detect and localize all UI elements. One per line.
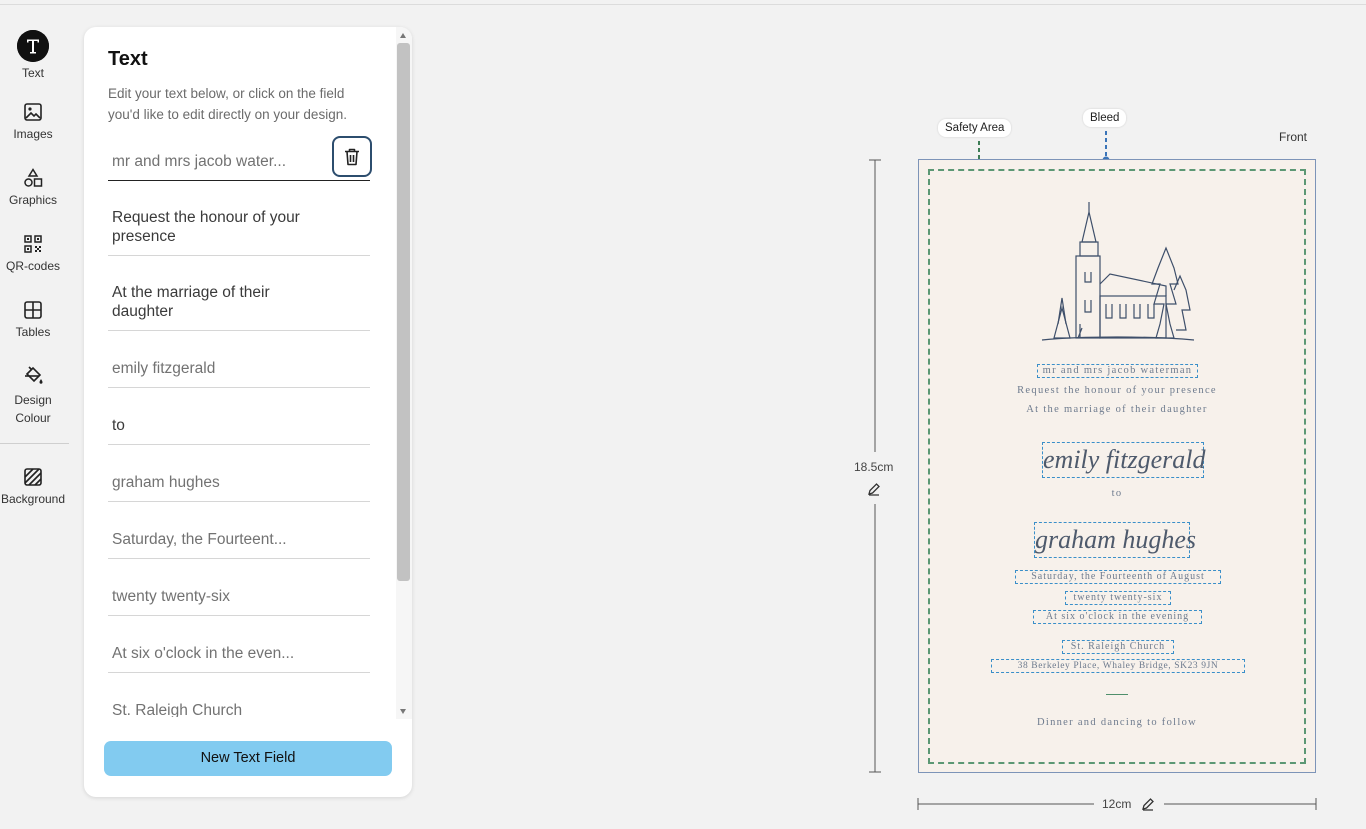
edit-height-pencil-icon[interactable]	[867, 482, 881, 501]
card-text-address[interactable]: 38 Berkeley Place, Whaley Bridge, SK23 9…	[991, 659, 1245, 673]
card-text-marriage[interactable]: At the marriage of their daughter	[990, 404, 1244, 416]
edit-width-pencil-icon[interactable]	[1141, 797, 1155, 816]
height-dimension-label: 18.5cm	[854, 460, 894, 474]
width-dimension-label: 12cm	[1102, 797, 1132, 811]
card-text-groom[interactable]: graham hughes	[1034, 522, 1196, 558]
card-text-bride[interactable]: emily fitzgerald	[1042, 442, 1205, 478]
card-text-to[interactable]: to	[1090, 488, 1144, 500]
card-text-parents[interactable]: mr and mrs jacob waterman	[1037, 364, 1198, 378]
card-text-date[interactable]: Saturday, the Fourteenth of August	[1015, 570, 1221, 584]
card-text-request[interactable]: Request the honour of your presence	[990, 385, 1244, 397]
card-text-time[interactable]: At six o'clock in the evening	[1033, 610, 1202, 624]
design-canvas: Front Safety Area Bleed 18.5cm 12cm mr a…	[0, 0, 1366, 829]
card-text-venue[interactable]: St. Raleigh Church	[1062, 640, 1174, 654]
card-text-year[interactable]: twenty twenty-six	[1065, 591, 1171, 605]
church-illustration[interactable]	[1040, 200, 1196, 348]
card-text-footer[interactable]: Dinner and dancing to follow	[990, 717, 1244, 729]
card-divider	[1106, 694, 1128, 695]
